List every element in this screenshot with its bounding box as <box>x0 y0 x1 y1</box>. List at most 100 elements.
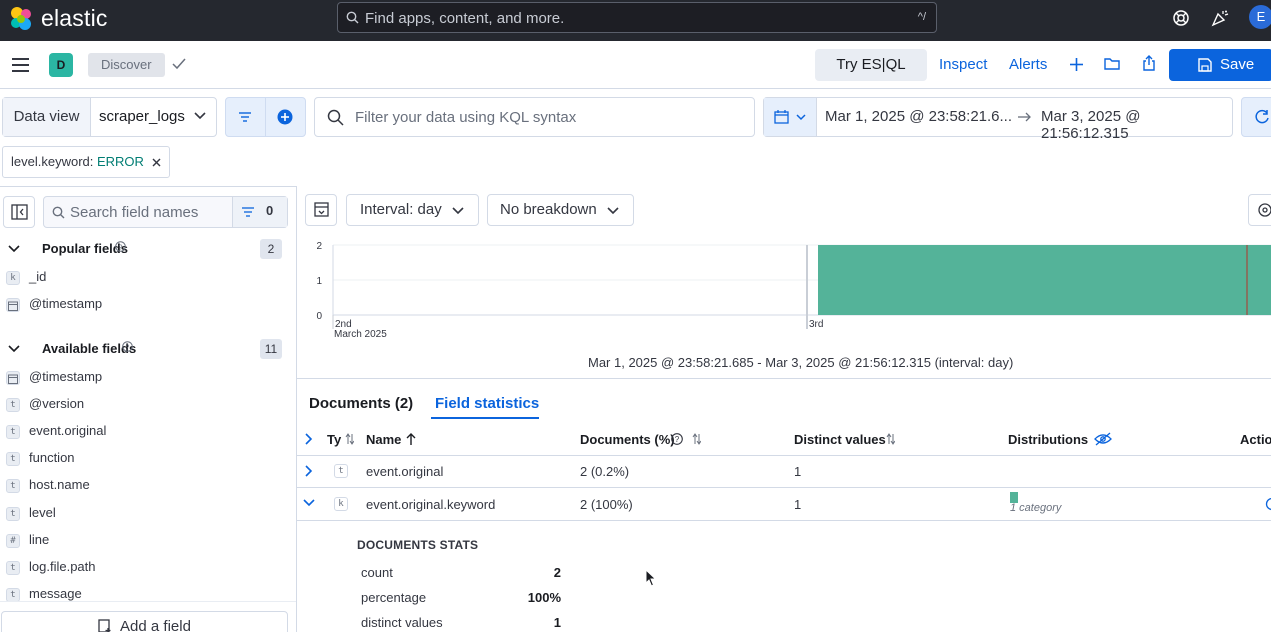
stat-value: 1 <box>553 615 561 630</box>
date-picker[interactable]: Mar 1, 2025 @ 23:58:21.6... Mar 3, 2025 … <box>763 97 1233 142</box>
sort-icon[interactable] <box>344 433 354 445</box>
field-name: level <box>29 504 56 520</box>
field-list-item[interactable]: t level <box>6 503 286 525</box>
lens-action-icon[interactable] <box>1265 497 1271 511</box>
row-distinct: 1 <box>794 497 802 512</box>
filter-menu-icon[interactable] <box>238 111 252 123</box>
data-view-label: Data view <box>3 98 91 136</box>
field-filter-button[interactable]: 0 <box>232 197 287 227</box>
chevron-right-icon[interactable] <box>305 465 313 477</box>
alerts-button[interactable]: Alerts <box>1009 49 1047 81</box>
data-view-picker[interactable]: Data view scraper_logs <box>2 97 217 137</box>
date-type-icon <box>6 371 20 385</box>
popular-fields-toggle[interactable]: Popular fields ? 2 <box>6 239 286 261</box>
eye-closed-icon[interactable] <box>1094 432 1112 446</box>
collapse-sidebar-button[interactable] <box>3 196 35 228</box>
interval-select[interactable]: Interval: day <box>346 194 479 226</box>
svg-text:?: ? <box>119 244 123 251</box>
row-documents: 2 (0.2%) <box>580 464 630 479</box>
kql-search-input[interactable]: Filter your data using KQL syntax <box>314 97 755 137</box>
field-list-item[interactable]: t function <box>6 448 286 470</box>
field-list-item[interactable]: t event.original <box>6 421 286 443</box>
field-name: line <box>29 531 50 547</box>
question-icon[interactable]: ? <box>671 433 683 445</box>
user-avatar[interactable]: E <box>1249 5 1271 29</box>
column-header-documents[interactable]: Documents (%) <box>580 432 675 447</box>
divider <box>265 98 266 136</box>
divider <box>297 520 1271 521</box>
text-type-icon: t <box>6 398 20 413</box>
text-type-icon: t <box>6 506 20 521</box>
save-button[interactable]: Save <box>1169 49 1271 81</box>
tab-field-statistics[interactable]: Field statistics <box>435 395 539 412</box>
start-date[interactable]: Mar 1, 2025 @ 23:58:21.6... <box>825 108 1012 125</box>
field-list-item[interactable]: t @version <box>6 394 286 416</box>
x-axis-sublabel: March 2025 <box>334 329 387 340</box>
field-list-item[interactable]: t host.name <box>6 475 286 497</box>
end-date[interactable]: Mar 3, 2025 @ 21:56:12.315 <box>1041 108 1232 142</box>
global-search-input[interactable]: Find apps, content, and more. ^/ <box>337 2 937 33</box>
sort-icon[interactable] <box>885 433 895 445</box>
refresh-button[interactable] <box>1241 97 1271 137</box>
kql-placeholder: Filter your data using KQL syntax <box>355 109 577 126</box>
column-header-actions: Actio <box>1240 432 1271 447</box>
stat-label: percentage <box>361 590 427 605</box>
table-row[interactable]: k event.original.keyword 2 (100%) 1 <box>297 488 1271 520</box>
breakdown-label: No breakdown <box>500 201 597 218</box>
chevron-down-icon <box>452 207 464 215</box>
open-folder-icon[interactable] <box>1104 57 1121 71</box>
field-list-item[interactable]: t log.file.path <box>6 557 286 579</box>
plus-icon[interactable] <box>1070 58 1083 71</box>
global-header: elastic Find apps, content, and more. ^/… <box>0 0 1271 41</box>
chart-toggle-button[interactable] <box>305 194 337 226</box>
elastic-logo-icon[interactable] <box>8 6 34 32</box>
table-row[interactable]: t event.original 2 (0.2%) 1 <box>297 456 1271 487</box>
stat-label: distinct values <box>361 615 443 630</box>
field-list-item[interactable]: k _id <box>6 267 286 289</box>
histogram-chart[interactable]: 0122nd 3rdMarch 2025 <box>300 235 1271 345</box>
space-avatar[interactable]: D <box>49 53 73 77</box>
popular-fields-count: 2 <box>260 239 282 259</box>
expand-all-icon[interactable] <box>305 433 313 445</box>
column-header-name[interactable]: Name <box>366 432 401 447</box>
column-header-type[interactable]: Ty <box>327 432 341 447</box>
filter-pill-level[interactable]: level.keyword: ERROR <box>2 146 170 178</box>
breakdown-select[interactable]: No breakdown <box>487 194 634 226</box>
number-type-icon: # <box>6 533 20 548</box>
chevron-down-icon <box>8 345 20 353</box>
chevron-down-icon[interactable] <box>303 499 315 507</box>
column-header-distinct[interactable]: Distinct values <box>794 432 886 447</box>
add-field-icon <box>98 614 112 632</box>
field-list-item[interactable]: @timestamp <box>6 367 286 389</box>
add-filter-icon[interactable] <box>277 109 293 125</box>
field-name: @timestamp <box>29 369 103 384</box>
field-search-input[interactable]: Search field names 0 <box>43 196 288 228</box>
news-feed-icon[interactable] <box>1211 9 1229 27</box>
info-icon[interactable]: ? <box>122 341 133 352</box>
field-list-item[interactable]: @timestamp <box>6 294 286 316</box>
quick-select-button[interactable] <box>764 98 817 136</box>
data-view-value[interactable]: scraper_logs <box>99 98 185 136</box>
try-esql-button[interactable]: Try ES|QL <box>815 49 927 81</box>
help-icon[interactable] <box>1172 9 1190 27</box>
tab-documents[interactable]: Documents (2) <box>309 395 413 412</box>
menu-icon[interactable] <box>12 57 30 73</box>
field-list-item[interactable]: # line <box>6 530 286 552</box>
chevron-down-icon <box>607 207 619 215</box>
y-tick-label: 2 <box>316 241 322 252</box>
share-icon[interactable] <box>1142 55 1156 71</box>
add-field-button[interactable]: Add a field <box>1 611 288 632</box>
available-fields-toggle[interactable]: Available fields ? 11 <box>6 339 286 361</box>
sort-icon[interactable] <box>691 433 701 445</box>
inspect-button[interactable]: Inspect <box>939 49 987 81</box>
filter-count: 0 <box>266 203 274 218</box>
breadcrumb-discover[interactable]: Discover <box>88 53 165 77</box>
brand-name[interactable]: elastic <box>41 5 108 32</box>
info-icon[interactable]: ? <box>115 241 126 252</box>
chevron-down-icon <box>796 114 806 121</box>
sort-ascending-icon[interactable] <box>406 433 416 445</box>
row-distinct: 1 <box>794 464 802 479</box>
chart-options-button[interactable] <box>1248 194 1271 226</box>
distribution-summary: 1 category <box>1010 502 1062 514</box>
close-icon[interactable] <box>152 148 161 178</box>
